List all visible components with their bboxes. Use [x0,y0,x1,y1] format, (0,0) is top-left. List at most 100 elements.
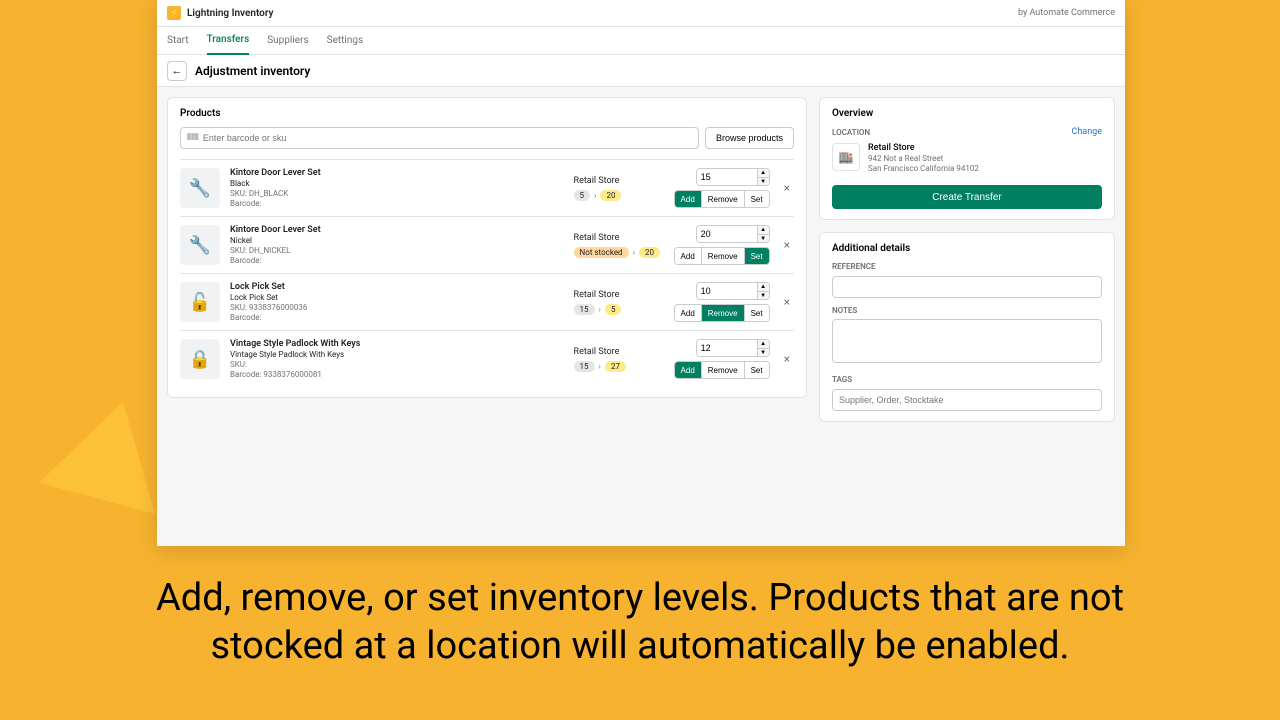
qty-up[interactable]: ▲ [758,340,769,349]
add-button[interactable]: Add [675,191,702,207]
reference-label: REFERENCE [832,262,1102,271]
qty-up[interactable]: ▲ [758,226,769,235]
stock-to-pill: 20 [639,247,660,258]
qty-input[interactable] [697,226,757,242]
stock-from-pill: Not stocked [574,247,629,258]
product-sku: SKU: DH_BLACK [230,189,564,198]
tab-transfers[interactable]: Transfers [207,27,250,55]
back-button[interactable]: ← [167,61,187,81]
product-sku: SKU: DH_NICKEL [230,246,564,255]
product-barcode: Barcode: [230,199,564,208]
marketing-caption: Add, remove, or set inventory levels. Pr… [0,575,1280,670]
product-variant: Lock Pick Set [230,293,564,302]
remove-button[interactable]: Remove [702,305,745,321]
products-title: Products [180,108,794,119]
stock-location: Retail Store [574,233,664,243]
page-title: Adjustment inventory [195,64,310,78]
qty-input[interactable] [697,283,757,299]
qty-down[interactable]: ▼ [758,349,769,357]
product-thumb: 🔒 [180,339,220,379]
overview-title: Overview [832,108,1102,119]
product-row: 🔧Kintore Door Lever SetBlackSKU: DH_BLAC… [180,159,794,216]
remove-button[interactable]: Remove [702,191,745,207]
content: Products ⦀⦀⦀ Browse products 🔧 Kintore Do… [157,87,1125,546]
location-addr1: 942 Not a Real Street [868,154,979,163]
stock-location: Retail Store [574,290,664,300]
qty-input[interactable] [697,169,757,185]
qty-up[interactable]: ▲ [758,283,769,292]
barcode-icon: ⦀⦀⦀ [187,133,199,143]
chevron-right-icon: › [633,248,635,257]
product-thumb: 🔧 [180,225,220,265]
remove-product-button[interactable]: × [780,238,794,252]
qty-input[interactable] [697,340,757,356]
remove-product-button[interactable]: × [780,352,794,366]
app-window: ⚡ Lightning Inventory by Automate Commer… [157,0,1125,546]
create-transfer-button[interactable]: Create Transfer [832,185,1102,209]
qty-box: ▲▼ [696,339,770,357]
tab-settings[interactable]: Settings [327,27,364,55]
product-variant: Vintage Style Padlock With Keys [230,350,564,359]
qty-down[interactable]: ▼ [758,178,769,186]
app-header: ⚡ Lightning Inventory by Automate Commer… [157,0,1125,27]
browse-button[interactable]: Browse products [705,127,794,149]
product-thumb: 🔓 [180,282,220,322]
nav-tabs: Start Transfers Suppliers Settings [157,27,1125,55]
product-barcode: Barcode: [230,313,564,322]
set-button[interactable]: Set [745,248,769,264]
tab-suppliers[interactable]: Suppliers [267,27,308,55]
app-name: Lightning Inventory [187,8,274,19]
vendor-label: by Automate Commerce [1018,8,1115,18]
add-button[interactable]: Add [675,362,702,378]
tags-input[interactable] [832,389,1102,411]
product-variant: Black [230,179,564,188]
product-sku: SKU: [230,360,564,369]
lightning-icon: ⚡ [167,6,181,20]
add-button[interactable]: Add [675,248,702,264]
reference-input[interactable] [832,276,1102,298]
titlebar: ← Adjustment inventory [157,55,1125,87]
details-title: Additional details [832,243,1102,254]
product-name: Lock Pick Set [230,282,564,292]
qty-down[interactable]: ▼ [758,292,769,300]
product-sku: SKU: 9338376000036 [230,303,564,312]
chevron-right-icon: › [599,305,601,314]
remove-button[interactable]: Remove [702,248,745,264]
add-button[interactable]: Add [675,305,702,321]
product-name: Kintore Door Lever Set [230,168,564,178]
tab-start[interactable]: Start [167,27,189,55]
set-button[interactable]: Set [745,305,769,321]
remove-product-button[interactable]: × [780,181,794,195]
product-barcode: Barcode: [230,256,564,265]
tags-label: TAGS [832,375,1102,384]
qty-up[interactable]: ▲ [758,169,769,178]
qty-down[interactable]: ▼ [758,235,769,243]
overview-card: Overview LOCATION Change 🏬 Retail Store … [819,97,1115,220]
location-label: LOCATION [832,128,870,137]
product-variant: Nickel [230,236,564,245]
qty-box: ▲▼ [696,225,770,243]
stock-from-pill: 5 [574,190,591,201]
products-card: Products ⦀⦀⦀ Browse products 🔧 Kintore Do… [167,97,807,398]
set-button[interactable]: Set [745,191,769,207]
product-name: Vintage Style Padlock With Keys [230,339,564,349]
stock-from-pill: 15 [574,304,595,315]
notes-input[interactable] [832,319,1102,363]
search-input[interactable] [203,133,692,143]
product-row: 🔧 Kintore Door Lever SetNickelSKU: DH_NIC… [180,216,794,273]
product-barcode: Barcode: 9338376000081 [230,370,564,379]
search-box[interactable]: ⦀⦀⦀ [180,127,699,149]
details-card: Additional details REFERENCE NOTES TAGS [819,232,1115,422]
stock-location: Retail Store [574,176,664,186]
location-addr2: San Francisco California 94102 [868,164,979,173]
product-name: Kintore Door Lever Set [230,225,564,235]
product-row: 🔒 Vintage Style Padlock With KeysVintage … [180,330,794,387]
set-button[interactable]: Set [745,362,769,378]
change-location-link[interactable]: Change [1071,127,1102,137]
stock-to-pill: 5 [605,304,622,315]
store-icon: 🏬 [832,143,860,171]
remove-button[interactable]: Remove [702,362,745,378]
location-name: Retail Store [868,143,979,153]
remove-product-button[interactable]: × [780,295,794,309]
notes-label: NOTES [832,306,1102,315]
